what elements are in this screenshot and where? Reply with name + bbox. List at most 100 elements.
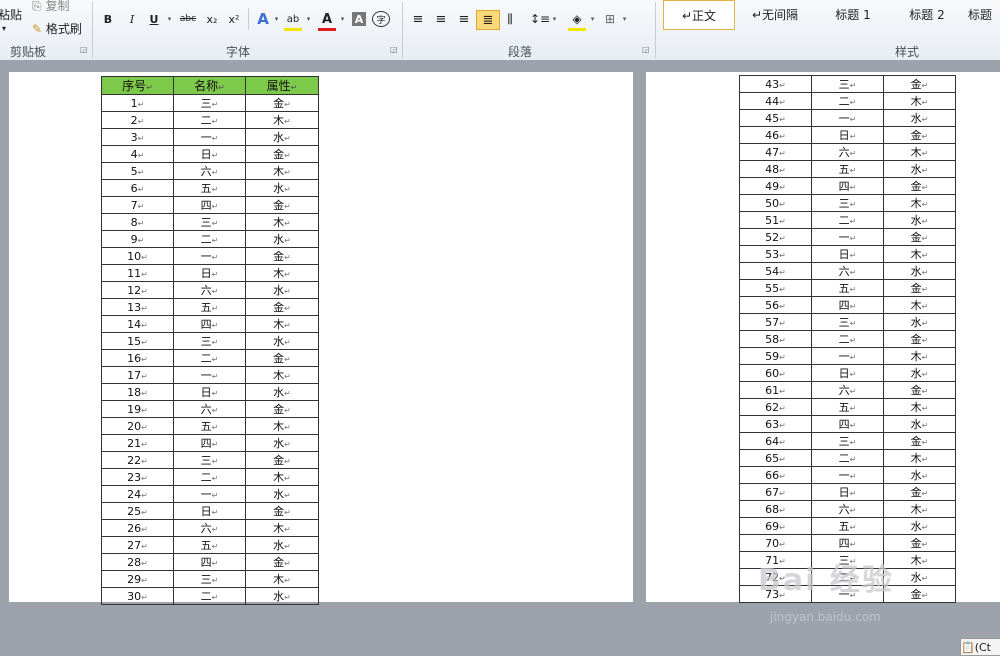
table-cell[interactable]: 三↵ (173, 570, 246, 588)
table-cell[interactable]: 63↵ (739, 415, 812, 433)
table-cell[interactable]: 45↵ (739, 109, 812, 127)
table-cell[interactable]: 金↵ (883, 75, 956, 93)
table-cell[interactable]: 水↵ (245, 281, 319, 299)
paste-options-button[interactable]: 📋 (Ct (960, 638, 1000, 656)
table-cell[interactable]: 日↵ (173, 502, 246, 520)
bold-button[interactable]: B (100, 10, 116, 28)
table-cell[interactable]: 四↵ (811, 534, 884, 552)
table-cell[interactable]: 六↵ (811, 500, 884, 518)
table-cell[interactable]: 木↵ (883, 347, 956, 365)
table-cell[interactable]: 木↵ (245, 366, 319, 384)
text-effects-icon[interactable]: A (254, 10, 272, 28)
table-cell[interactable]: 29↵ (101, 570, 174, 588)
table-cell[interactable]: 二↵ (173, 230, 246, 248)
table-cell[interactable]: 五↵ (173, 417, 246, 435)
table-cell[interactable]: 64↵ (739, 432, 812, 450)
table-cell[interactable]: 47↵ (739, 143, 812, 161)
paragraph-launcher-icon[interactable]: ◲ (642, 45, 650, 54)
table-cell[interactable]: 木↵ (883, 551, 956, 569)
font-launcher-icon[interactable]: ◲ (390, 45, 398, 54)
table-cell[interactable]: 四↵ (173, 434, 246, 452)
align-left-icon[interactable]: ≡ (410, 10, 426, 28)
table-cell[interactable]: 一↵ (173, 247, 246, 265)
table-cell[interactable]: 49↵ (739, 177, 812, 195)
style-heading-2[interactable]: 标题 2 (892, 0, 962, 28)
font-color-button[interactable]: A (318, 10, 336, 31)
table-cell[interactable]: 51↵ (739, 211, 812, 229)
table-cell[interactable]: 水↵ (883, 211, 956, 229)
table-cell[interactable]: 46↵ (739, 126, 812, 144)
table-cell[interactable]: 23↵ (101, 468, 174, 486)
table-cell[interactable]: 金↵ (245, 145, 319, 163)
table-cell[interactable]: 金↵ (883, 126, 956, 144)
justify-icon[interactable]: ≣ (476, 10, 500, 30)
table-cell[interactable]: 8↵ (101, 213, 174, 231)
line-spacing-icon[interactable]: ↕≡ (530, 10, 550, 28)
table-cell[interactable]: 13↵ (101, 298, 174, 316)
table-cell[interactable]: 67↵ (739, 483, 812, 501)
table-cell[interactable]: 20↵ (101, 417, 174, 435)
table-cell[interactable]: 四↵ (173, 553, 246, 571)
table-cell[interactable]: 金↵ (883, 279, 956, 297)
table-cell[interactable]: 金↵ (245, 400, 319, 418)
table-cell[interactable]: 2↵ (101, 111, 174, 129)
table-cell[interactable]: 金↵ (245, 553, 319, 571)
table-cell[interactable]: 二↵ (811, 92, 884, 110)
style-normal[interactable]: ↵正文 (663, 0, 735, 30)
table-cell[interactable]: 金↵ (883, 177, 956, 195)
table-cell[interactable]: 一↵ (811, 466, 884, 484)
table-cell[interactable]: 1↵ (101, 94, 174, 112)
table-cell[interactable]: 9↵ (101, 230, 174, 248)
table-cell[interactable]: 水↵ (245, 434, 319, 452)
table-cell[interactable]: 一↵ (811, 228, 884, 246)
table-cell[interactable]: 水↵ (245, 485, 319, 503)
table-cell[interactable]: 28↵ (101, 553, 174, 571)
table-cell[interactable]: 水↵ (883, 466, 956, 484)
table-cell[interactable]: 三↵ (811, 432, 884, 450)
table-cell[interactable]: 水↵ (245, 383, 319, 401)
text-effects-dropdown-icon[interactable]: ▾ (272, 10, 280, 28)
table-cell[interactable]: 三↵ (811, 313, 884, 331)
table-cell[interactable]: 木↵ (245, 570, 319, 588)
shading-dropdown-icon[interactable]: ▾ (588, 10, 596, 28)
shading-icon[interactable]: ◈ (568, 10, 586, 31)
table-cell[interactable]: 木↵ (883, 449, 956, 467)
font-color-dropdown-icon[interactable]: ▾ (338, 10, 346, 28)
table-cell[interactable]: 水↵ (245, 332, 319, 350)
table-cell[interactable]: 27↵ (101, 536, 174, 554)
table-cell[interactable]: 水↵ (883, 262, 956, 280)
table-cell[interactable]: 一↵ (173, 366, 246, 384)
table-cell[interactable]: 二↵ (173, 587, 246, 605)
table-cell[interactable]: 木↵ (883, 245, 956, 263)
table-cell[interactable]: 六↵ (811, 143, 884, 161)
table-cell[interactable]: 六↵ (173, 281, 246, 299)
table-cell[interactable]: 金↵ (883, 381, 956, 399)
table-cell[interactable]: 木↵ (245, 213, 319, 231)
table-cell[interactable]: 五↵ (173, 298, 246, 316)
strikethrough-button[interactable]: abc (178, 10, 198, 28)
table-cell[interactable]: 17↵ (101, 366, 174, 384)
table-cell[interactable]: 金↵ (883, 585, 956, 603)
table-cell[interactable]: 50↵ (739, 194, 812, 212)
table-cell[interactable]: 日↵ (811, 245, 884, 263)
table-cell[interactable]: 日↵ (811, 126, 884, 144)
table-cell[interactable]: 水↵ (883, 415, 956, 433)
table-cell[interactable]: 5↵ (101, 162, 174, 180)
table-cell[interactable]: 五↵ (811, 279, 884, 297)
table-cell[interactable]: 六↵ (173, 400, 246, 418)
table-cell[interactable]: 30↵ (101, 587, 174, 605)
table-cell[interactable]: 61↵ (739, 381, 812, 399)
table-cell[interactable]: 日↵ (811, 483, 884, 501)
table-cell[interactable]: 日↵ (173, 383, 246, 401)
underline-dropdown-icon[interactable]: ▾ (164, 10, 174, 28)
distributed-icon[interactable]: ⫼ (502, 10, 518, 28)
table-cell[interactable]: 43↵ (739, 75, 812, 93)
paste-button[interactable]: 粘贴 (0, 6, 22, 23)
table-cell[interactable]: 木↵ (245, 264, 319, 282)
table-cell[interactable]: 六↵ (811, 381, 884, 399)
table-cell[interactable]: 六↵ (173, 519, 246, 537)
table-cell[interactable]: 金↵ (883, 534, 956, 552)
table-cell[interactable]: 日↵ (173, 145, 246, 163)
table-cell[interactable]: 木↵ (883, 398, 956, 416)
table-cell[interactable]: 水↵ (883, 517, 956, 535)
